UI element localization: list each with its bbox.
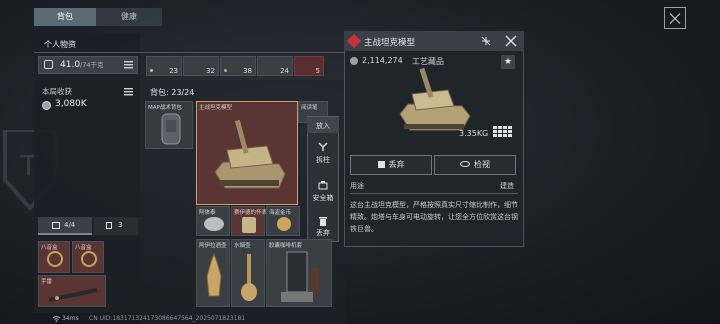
backpack-title: 背包: 23/24 bbox=[150, 88, 195, 97]
backpack-item-hookah[interactable]: 水烟壶 bbox=[231, 239, 265, 307]
detail-divider bbox=[350, 193, 518, 194]
trash-icon bbox=[377, 161, 385, 168]
item-label: 阿体泰 bbox=[199, 210, 216, 216]
left-tab-1[interactable]: 4/4 bbox=[38, 217, 92, 235]
status-uid: CN UID:183171324173086647564_20250718231… bbox=[89, 315, 246, 322]
ammo-slot-4[interactable]: 24 bbox=[257, 56, 293, 76]
item-label: 海盗金币 bbox=[269, 210, 292, 216]
slot-count: 5 bbox=[315, 67, 320, 75]
weight-icon bbox=[44, 60, 53, 69]
left-item-music-box-1[interactable]: 八音盒 bbox=[38, 241, 70, 273]
coin-icon bbox=[42, 101, 51, 110]
star-icon[interactable]: ★ bbox=[501, 55, 515, 69]
backpack-item-capsule-coffee-machine[interactable]: 胶囊咖啡机套 bbox=[266, 239, 332, 307]
inspect-label: 检视 bbox=[474, 160, 490, 169]
income-value: 3,080K bbox=[55, 99, 87, 109]
ammo-slot-3[interactable]: 38 bbox=[220, 56, 256, 76]
left-tab-2[interactable]: 3 bbox=[94, 217, 138, 235]
item-label: 手雷 bbox=[41, 279, 53, 285]
income-menu-icon[interactable] bbox=[124, 87, 133, 96]
item-label: 主战坦克模型 bbox=[199, 105, 233, 111]
context-menu-put-in[interactable]: 放入 bbox=[307, 117, 339, 133]
income-label: 本局收获 bbox=[42, 87, 72, 96]
inspect-button[interactable]: 检视 bbox=[434, 155, 516, 175]
detail-description: 这台主战坦克模型，严格按照真实尺寸缩比制作，细节精致。炮塔与车身可电动旋转，让您… bbox=[350, 201, 518, 233]
context-menu-safe-box[interactable]: 安全箱 bbox=[307, 178, 339, 206]
item-label: 八音盒 bbox=[75, 245, 92, 251]
usage-value: 建造 bbox=[500, 182, 514, 190]
item-label: 赛伊德的怀表 bbox=[234, 210, 268, 216]
ammo-slot-2[interactable]: 32 bbox=[183, 56, 219, 76]
personal-divider bbox=[34, 52, 346, 53]
detail-coin-icon bbox=[350, 57, 358, 65]
left-item-grenade[interactable]: 手雷 bbox=[38, 275, 106, 307]
left-item-music-box-2[interactable]: 八音盒 bbox=[72, 241, 104, 273]
backpack-item-ayitai[interactable]: 阿体泰 bbox=[196, 206, 230, 236]
discard-button[interactable]: 丢弃 bbox=[350, 155, 432, 175]
collapse-icon[interactable] bbox=[480, 35, 492, 47]
status-ping: 34ms bbox=[62, 315, 79, 322]
item-label: 水烟壶 bbox=[234, 243, 251, 249]
item-label: 八音盒 bbox=[41, 245, 58, 251]
grid-size-icon bbox=[493, 126, 515, 138]
safe-box-icon bbox=[318, 181, 328, 190]
close-icon[interactable] bbox=[664, 7, 686, 29]
ammo-slot-1[interactable]: 23 bbox=[146, 56, 182, 76]
disassemble-icon bbox=[318, 142, 328, 151]
menu-label: 拆柱 bbox=[316, 156, 330, 164]
slot-count: 23 bbox=[169, 67, 178, 75]
usage-label: 用途 bbox=[350, 182, 364, 190]
tab-backpack[interactable]: 背包 bbox=[34, 8, 96, 26]
item-label: 胶囊咖啡机套 bbox=[269, 243, 303, 249]
weight-unit: /74千克 bbox=[80, 61, 104, 69]
item-label: 阅读笔 bbox=[301, 105, 318, 111]
backpack-item-pocket-watch[interactable]: 赛伊德的怀表 bbox=[231, 206, 268, 236]
tab-health[interactable]: 健康 bbox=[96, 8, 162, 26]
left-tab-1-label: 4/4 bbox=[64, 221, 76, 229]
detail-weight: 3.35KG bbox=[459, 129, 489, 138]
left-tab-2-label: 3 bbox=[118, 221, 123, 229]
bag-icon bbox=[52, 222, 60, 229]
eye-icon bbox=[460, 161, 470, 167]
tank-icon bbox=[214, 119, 286, 189]
wifi-icon bbox=[52, 315, 61, 322]
ammo-slot-5[interactable]: 5 bbox=[294, 56, 324, 76]
detail-title: 主战坦克模型 bbox=[364, 38, 416, 48]
weight-value: 41.0 bbox=[60, 60, 81, 70]
backpack-item-wine-flask[interactable]: 阿伊拉酒壶 bbox=[196, 239, 230, 307]
lock-icon bbox=[106, 222, 112, 229]
slot-count: 32 bbox=[206, 67, 215, 75]
backpack-item-tank-selected[interactable]: 主战坦克模型 bbox=[196, 101, 298, 205]
menu-label: 安全箱 bbox=[312, 194, 334, 202]
item-label: 阿伊拉酒壶 bbox=[199, 243, 227, 249]
context-menu-discard[interactable]: 丢弃 bbox=[307, 214, 339, 240]
item-label: MAP战术背包 bbox=[148, 105, 182, 111]
backpack-item-pirate-coin[interactable]: 海盗金币 bbox=[266, 206, 300, 236]
slot-count: 38 bbox=[243, 67, 252, 75]
personal-title: 个人物资 bbox=[44, 40, 76, 49]
weight-menu-icon[interactable] bbox=[124, 60, 133, 69]
weight-text: 41.0/74千克 bbox=[60, 59, 104, 70]
discard-label: 丢弃 bbox=[388, 160, 405, 169]
menu-label: 放入 bbox=[316, 122, 330, 130]
backpack-item-tactical-bag[interactable]: MAP战术背包 bbox=[145, 101, 193, 149]
detail-close-icon[interactable] bbox=[505, 35, 517, 47]
slot-count: 24 bbox=[280, 67, 289, 75]
context-menu-disassemble[interactable]: 拆柱 bbox=[307, 140, 339, 168]
menu-label: 丢弃 bbox=[316, 229, 330, 237]
detail-category: 工艺藏品 bbox=[412, 57, 444, 66]
detail-price: 2,114,274 bbox=[362, 56, 403, 65]
trash-icon bbox=[319, 217, 327, 226]
detail-tank-image bbox=[399, 68, 471, 131]
